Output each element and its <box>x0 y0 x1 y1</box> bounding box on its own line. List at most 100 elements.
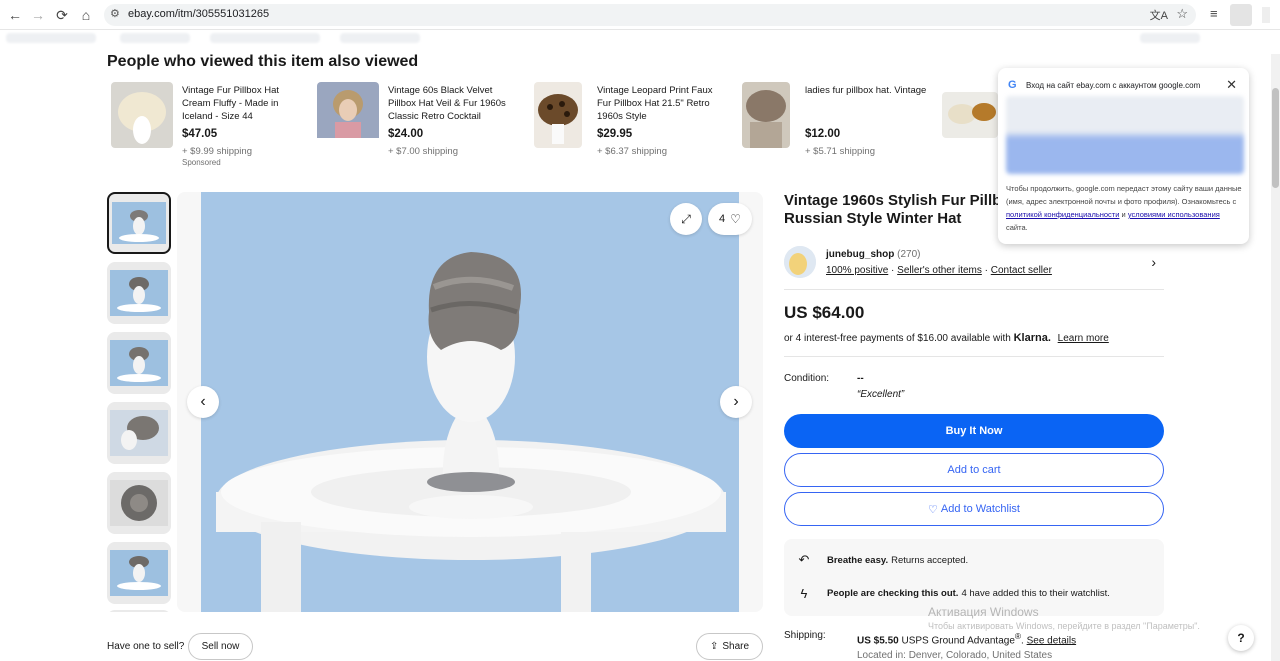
heart-icon: ♡ <box>730 212 741 226</box>
windows-activation-title: Активация Windows <box>928 605 1039 619</box>
product-thumbnail[interactable] <box>742 82 790 148</box>
contact-seller-link[interactable]: Contact seller <box>991 265 1052 276</box>
profile-avatar[interactable] <box>1230 4 1252 26</box>
browser-menu-icon[interactable] <box>1262 7 1270 23</box>
url-text: ebay.com/itm/305551031265 <box>128 8 270 20</box>
lightning-icon: ϟ <box>800 586 808 601</box>
seller-avatar[interactable] <box>784 246 816 278</box>
seller-info[interactable]: junebug_shop (270) 100% positive · Selle… <box>784 246 1164 280</box>
returns-text: Returns accepted. <box>891 554 969 566</box>
google-popup-text: Чтобы продолжить, google.com передаст эт… <box>1006 182 1242 234</box>
reload-icon[interactable]: ⟳ <box>53 6 71 24</box>
card-title[interactable]: Vintage Leopard Print Faux Fur Pillbox H… <box>597 84 723 123</box>
buy-it-now-button[interactable]: Buy It Now <box>784 414 1164 448</box>
product-thumbnail[interactable] <box>942 92 998 138</box>
seller-positive-link[interactable]: 100% positive <box>826 265 888 276</box>
condition-label: Condition: <box>784 373 830 384</box>
gallery-thumbnail[interactable] <box>107 542 171 604</box>
card-price: $29.95 <box>597 128 633 140</box>
terms-of-use-link[interactable]: условиями использования <box>1128 210 1220 219</box>
browser-toolbar: ← → ⟳ ⌂ ⚙ ebay.com/itm/305551031265 文A ☆… <box>0 0 1280 30</box>
product-thumbnail[interactable] <box>317 82 379 148</box>
card-title[interactable]: Vintage 60s Black Velvet Pillbox Hat Vei… <box>388 84 514 123</box>
also-viewed-card[interactable] <box>942 82 998 172</box>
gallery-thumbnail[interactable] <box>107 472 171 534</box>
see-details-link[interactable]: See details <box>1027 635 1076 646</box>
watchers-text: 4 have added this to their watchlist. <box>961 588 1110 599</box>
bookmarks-bar <box>0 30 1280 46</box>
divider <box>784 356 1164 357</box>
price: US $64.00 <box>784 303 865 322</box>
klarna-logo: Klarna. <box>1013 332 1051 344</box>
google-account-chooser[interactable] <box>1006 96 1244 174</box>
watchers-title: People are checking this out. <box>827 588 959 599</box>
expand-image-button[interactable]: ⤢ <box>670 203 702 235</box>
home-icon[interactable]: ⌂ <box>77 6 95 24</box>
card-shipping: + $6.37 shipping <box>597 146 667 157</box>
learn-more-link[interactable]: Learn more <box>1058 333 1109 344</box>
add-to-cart-button[interactable]: Add to cart <box>784 453 1164 487</box>
returns-title: Breathe easy. <box>827 554 889 566</box>
watch-count: 4 <box>719 213 726 225</box>
google-popup-and: и <box>1121 210 1126 219</box>
forward-icon[interactable]: → <box>29 6 47 24</box>
returns-row: ↶ Breathe easy. Returns accepted. <box>794 552 969 568</box>
page-scrollbar[interactable] <box>1271 54 1280 661</box>
image-thumbnail-list <box>106 192 172 612</box>
sponsored-label: Sponsored <box>182 158 221 167</box>
product-title: Vintage 1960s Stylish Fur Pillb Russian … <box>784 192 1024 228</box>
google-popup-body: Чтобы продолжить, google.com передаст эт… <box>1006 184 1242 206</box>
have-one-to-sell: Have one to sell? <box>107 641 185 652</box>
card-title[interactable]: Vintage Fur Pillbox Hat Cream Fluffy - M… <box>182 84 308 123</box>
share-icon: ⇪ <box>709 641 719 652</box>
site-settings-icon[interactable]: ⚙ <box>110 7 120 20</box>
card-price: $12.00 <box>805 128 841 140</box>
also-viewed-card[interactable]: Vintage 60s Black Velvet Pillbox Hat Vei… <box>317 82 517 172</box>
hat-on-mannequin-photo <box>201 192 739 612</box>
also-viewed-card[interactable]: ladies fur pillbox hat. Vintage $12.00 +… <box>734 82 934 172</box>
card-shipping: + $5.71 shipping <box>805 146 875 157</box>
chevron-left-icon: ‹ <box>200 393 206 410</box>
scrollbar-thumb[interactable] <box>1272 88 1279 188</box>
gallery-thumbnail[interactable] <box>107 262 171 324</box>
chevron-right-icon[interactable]: › <box>1151 254 1156 270</box>
next-image-button[interactable]: › <box>720 386 752 418</box>
also-viewed-card[interactable]: Vintage Leopard Print Faux Fur Pillbox H… <box>526 82 726 172</box>
card-price: $24.00 <box>388 128 424 140</box>
condition-description: “Excellent” <box>857 389 905 400</box>
sell-now-button[interactable]: Sell now <box>188 633 253 660</box>
help-button[interactable]: ? <box>1228 625 1254 651</box>
translate-icon[interactable]: 文A <box>1150 7 1168 23</box>
bookmark-star-icon[interactable]: ☆ <box>1176 6 1188 22</box>
extensions-icon[interactable]: ≡ <box>1210 6 1218 21</box>
back-icon[interactable]: ← <box>6 6 24 24</box>
add-to-watchlist-button[interactable]: ♡ Add to Watchlist <box>784 492 1164 526</box>
seller-name[interactable]: junebug_shop <box>826 249 894 260</box>
watchlist-heart-button[interactable]: 4 ♡ <box>708 203 752 235</box>
share-button[interactable]: ⇪ Share <box>696 633 763 660</box>
previous-image-button[interactable]: ‹ <box>187 386 219 418</box>
gallery-thumbnail[interactable] <box>107 192 171 254</box>
card-shipping: + $7.00 shipping <box>388 146 458 157</box>
divider <box>784 289 1164 290</box>
gallery-thumbnail[interactable] <box>107 332 171 394</box>
windows-activation-text: Чтобы активировать Windows, перейдите в … <box>928 621 1200 631</box>
klarna-info: or 4 interest-free payments of $16.00 av… <box>784 332 1109 344</box>
also-viewed-card[interactable]: Vintage Fur Pillbox Hat Cream Fluffy - M… <box>111 82 311 172</box>
return-arrow-icon: ↶ <box>798 552 810 567</box>
gallery-thumbnail[interactable] <box>107 610 171 612</box>
close-icon[interactable]: ✕ <box>1226 77 1237 93</box>
card-price: $47.05 <box>182 128 218 140</box>
expand-icon: ⤢ <box>681 211 691 226</box>
shipping-method: USPS Ground Advantage <box>901 635 1015 647</box>
product-thumbnail[interactable] <box>534 82 582 148</box>
seller-feedback-count: (270) <box>897 249 921 260</box>
main-product-image[interactable] <box>177 192 763 612</box>
card-title[interactable]: ladies fur pillbox hat. Vintage <box>805 84 931 97</box>
gallery-thumbnail[interactable] <box>107 402 171 464</box>
seller-other-items-link[interactable]: Seller's other items <box>897 265 982 276</box>
shipping-value: US $5.50 USPS Ground Advantage®. See det… <box>857 631 1077 647</box>
privacy-policy-link[interactable]: политикой конфиденциальности <box>1006 210 1119 219</box>
product-thumbnail[interactable] <box>111 82 173 148</box>
address-bar[interactable]: ⚙ ebay.com/itm/305551031265 文A ☆ <box>104 4 1196 26</box>
